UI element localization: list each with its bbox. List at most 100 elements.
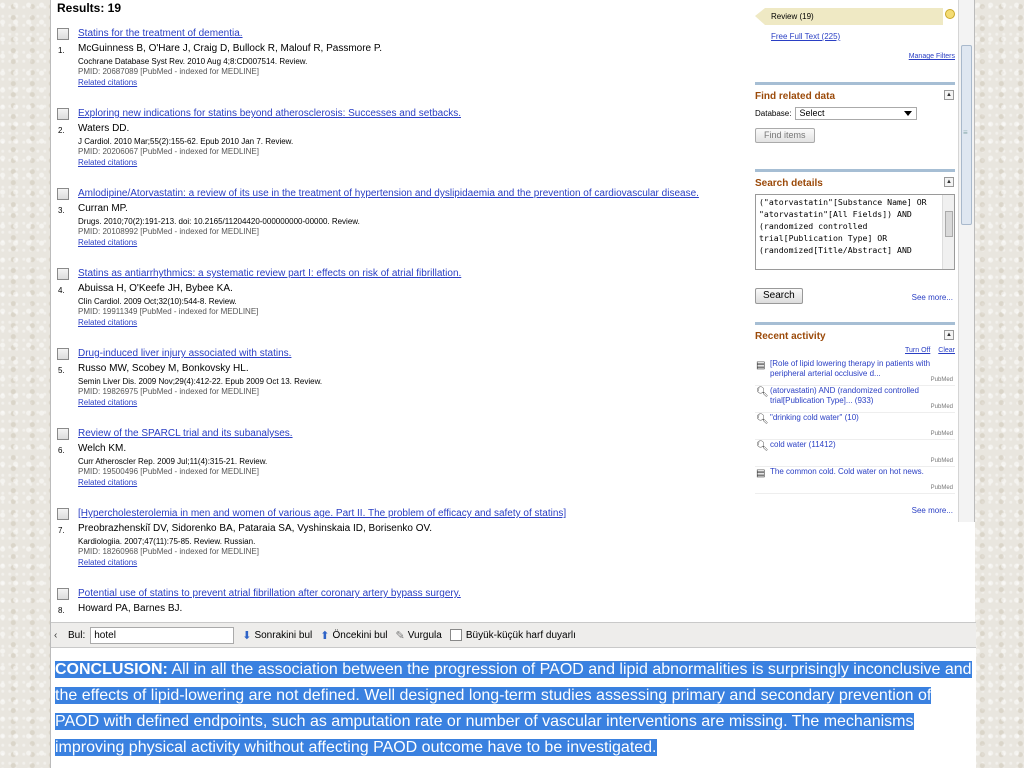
result-item: 3. Amlodipine/Atorvastatin: a review of i… [55, 176, 750, 256]
query-scrollbar[interactable] [942, 195, 954, 269]
result-number: 3. [58, 206, 65, 215]
recent-activity-item[interactable]: 🔍︎ "drinking cold water" (10) PubMed [755, 413, 955, 440]
related-citations-link[interactable]: Related citations [78, 317, 748, 328]
result-checkbox[interactable] [57, 188, 69, 200]
recent-activity-link[interactable]: (atorvastatin) AND (randomized controlle… [770, 386, 942, 406]
related-citations-link[interactable]: Related citations [78, 477, 748, 488]
result-checkbox[interactable] [57, 588, 69, 600]
database-row: Database: Select [755, 107, 955, 120]
related-citations-link[interactable]: Related citations [78, 237, 748, 248]
result-title-link[interactable]: Statins as antiarrhythmics: a systematic… [78, 268, 748, 280]
turn-off-link[interactable]: Turn Off [905, 347, 930, 354]
page-scrollbar[interactable]: ≡ [958, 0, 974, 522]
recent-activity-item[interactable]: 🔍︎ (atorvastatin) AND (randomized control… [755, 386, 955, 413]
query-text: ("atorvastatin"[Substance Name] OR "ator… [759, 197, 927, 255]
result-citation: Cochrane Database Syst Rev. 2010 Aug 4;8… [78, 57, 308, 66]
collapse-arrow-icon[interactable]: ▲ [944, 90, 954, 100]
find-next-button[interactable]: ⬇ Sonrakini bul [242, 629, 312, 642]
result-checkbox[interactable] [57, 28, 69, 40]
result-checkbox[interactable] [57, 108, 69, 120]
results-count: Results: 19 [57, 1, 122, 15]
result-title-link[interactable]: Review of the SPARCL trial and its suban… [78, 428, 748, 440]
review-filter[interactable]: Review (19) [755, 8, 945, 25]
result-checkbox[interactable] [57, 348, 69, 360]
result-checkbox[interactable] [57, 428, 69, 440]
search-details-heading: Search details [755, 178, 823, 189]
arrow-up-icon: ⬆ [320, 629, 330, 642]
result-pmid: PMID: 18260968 [PubMed - indexed for MED… [78, 547, 259, 556]
result-title-link[interactable]: Exploring new indications for statins be… [78, 108, 748, 120]
result-title-link[interactable]: Amlodipine/Atorvastatin: a review of its… [78, 188, 748, 200]
recent-activity-item[interactable]: 🔍︎ cold water (11412) PubMed [755, 440, 955, 467]
recent-activity-link[interactable]: The common cold. Cold water on hot news. [770, 467, 942, 477]
document-icon: ▤ [756, 468, 766, 479]
filter-status-icon[interactable] [945, 9, 955, 19]
database-select[interactable]: Select [795, 107, 918, 120]
recent-activity-link[interactable]: "drinking cold water" (10) [770, 413, 942, 423]
match-case-checkbox[interactable] [449, 629, 462, 641]
result-citation: Clin Cardiol. 2009 Oct;32(10):544-8. Rev… [78, 297, 237, 306]
related-citations-link[interactable]: Related citations [78, 157, 748, 168]
result-title-link[interactable]: Statins for the treatment of dementia. [78, 28, 748, 40]
related-citations-link[interactable]: Related citations [78, 397, 748, 408]
result-citation: Curr Atheroscler Rep. 2009 Jul;11(4):315… [78, 457, 268, 466]
recent-activity-source: PubMed [930, 377, 953, 383]
free-full-text-filter[interactable]: Free Full Text (225) [771, 32, 840, 41]
result-citation: Semin Liver Dis. 2009 Nov;29(4):412-22. … [78, 377, 323, 386]
result-checkbox[interactable] [57, 508, 69, 520]
recent-activity-source: PubMed [930, 485, 953, 491]
result-authors: Russo MW, Scobey M, Bonkovsky HL. [78, 363, 249, 374]
result-number: 5. [58, 366, 65, 375]
results-list: Results: 19 1. Statins for the treatment … [55, 0, 750, 622]
arrow-down-icon: ⬇ [242, 629, 252, 642]
recent-activity-item[interactable]: ▤ The common cold. Cold water on hot news… [755, 467, 955, 494]
recent-activity-link[interactable]: cold water (11412) [770, 440, 942, 450]
conclusion-text: CONCLUSION: All in all the association b… [51, 648, 976, 768]
recent-activity-source: PubMed [930, 458, 953, 464]
find-input[interactable]: hotel [90, 626, 235, 644]
close-find-icon[interactable]: ‹ [54, 630, 64, 641]
recent-activity-section: Recent activity ▲ Turn Off Clear ▤ [Role … [755, 322, 955, 522]
recent-see-more-link[interactable]: See more... [912, 506, 953, 515]
chevron-down-icon [904, 111, 913, 116]
query-scroll-thumb[interactable] [945, 211, 953, 237]
related-citations-link[interactable]: Related citations [78, 77, 748, 88]
collapse-arrow-icon[interactable]: ▲ [944, 330, 954, 340]
recent-activity-link[interactable]: [Role of lipid lowering therapy in patie… [770, 359, 942, 379]
find-items-button[interactable]: Find items [755, 128, 815, 143]
collapse-arrow-icon[interactable]: ▲ [944, 177, 954, 187]
result-pmid: PMID: 20206067 [PubMed - indexed for MED… [78, 147, 259, 156]
result-item: 7. [Hypercholesterolemia in men and women… [55, 496, 750, 576]
result-title-link[interactable]: [Hypercholesterolemia in men and women o… [78, 508, 748, 520]
database-label: Database: [755, 109, 792, 118]
recent-activity-list: ▤ [Role of lipid lowering therapy in pati… [755, 359, 955, 494]
result-pmid: PMID: 20108992 [PubMed - indexed for MED… [78, 227, 259, 236]
scroll-grip-icon: ≡ [963, 128, 968, 137]
result-title-link[interactable]: Drug-induced liver injury associated wit… [78, 348, 748, 360]
review-filter-label: Review (19) [765, 8, 943, 25]
highlighter-icon: ✎ [395, 629, 405, 642]
find-previous-button[interactable]: ⬆ Öncekini bul [320, 629, 387, 642]
pubmed-page: Results: 19 1. Statins for the treatment … [51, 0, 976, 622]
result-authors: Curran MP. [78, 203, 128, 214]
filter-arrow-icon [755, 8, 765, 25]
database-select-value: Select [799, 108, 825, 118]
search-details-query[interactable]: ("atorvastatin"[Substance Name] OR "ator… [755, 194, 955, 270]
result-checkbox[interactable] [57, 268, 69, 280]
see-more-link[interactable]: See more... [912, 293, 953, 302]
result-number: 6. [58, 446, 65, 455]
result-pmid: PMID: 19911349 [PubMed - indexed for MED… [78, 307, 259, 316]
search-button[interactable]: Search [755, 288, 803, 304]
highlight-button[interactable]: ✎ Vurgula [396, 629, 442, 642]
conclusion-body: All in all the association between the p… [55, 661, 972, 756]
result-authors: McGuinness B, O'Hare J, Craig D, Bullock… [78, 43, 383, 54]
clear-link[interactable]: Clear [938, 347, 955, 354]
browser-window: Results: 19 1. Statins for the treatment … [50, 0, 976, 768]
related-citations-link[interactable]: Related citations [78, 557, 748, 568]
recent-activity-item[interactable]: ▤ [Role of lipid lowering therapy in pati… [755, 359, 955, 386]
manage-filters-link[interactable]: Manage Filters [909, 53, 955, 60]
result-item: 5. Drug-induced liver injury associated w… [55, 336, 750, 416]
blank-area [754, 522, 975, 622]
result-title-link[interactable]: Potential use of statins to prevent atri… [78, 588, 748, 600]
result-item: 1. Statins for the treatment of dementia.… [55, 16, 750, 96]
